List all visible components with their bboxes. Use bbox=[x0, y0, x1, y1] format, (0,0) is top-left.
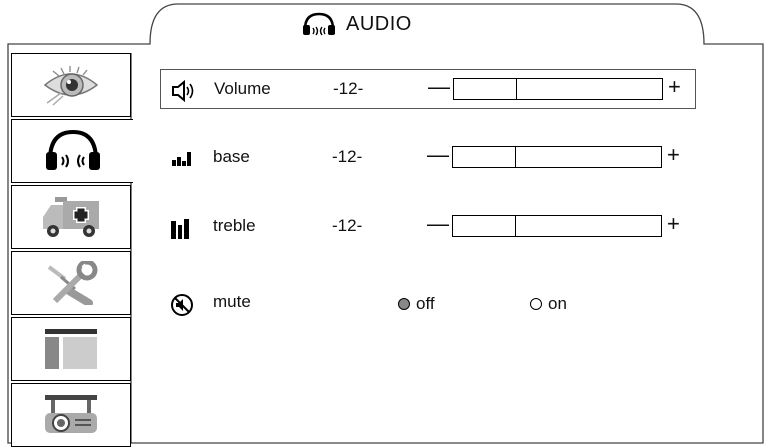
treble-bars-icon bbox=[170, 217, 192, 239]
mute-off-radio[interactable]: off bbox=[398, 294, 435, 314]
volume-slider[interactable] bbox=[453, 78, 663, 100]
volume-row[interactable]: Volume -12- — + bbox=[160, 69, 696, 109]
audio-tab-header: AUDIO bbox=[300, 10, 412, 38]
mute-on-radio[interactable]: on bbox=[530, 294, 567, 314]
bass-bars-icon bbox=[170, 148, 192, 170]
ambulance-icon bbox=[39, 195, 103, 239]
treble-label: treble bbox=[213, 216, 256, 235]
treble-increase-button[interactable]: + bbox=[667, 211, 680, 237]
base-increase-button[interactable]: + bbox=[667, 142, 680, 168]
base-value: -12- bbox=[332, 147, 363, 166]
page-title: AUDIO bbox=[346, 12, 412, 35]
sidebar-item-audio[interactable] bbox=[11, 119, 133, 183]
radio-dot-selected[interactable] bbox=[398, 298, 410, 310]
radio-dot[interactable] bbox=[530, 298, 542, 310]
base-slider-knob[interactable] bbox=[515, 147, 516, 167]
volume-value: -12- bbox=[333, 79, 364, 98]
eye-icon bbox=[39, 63, 103, 107]
speaker-icon bbox=[171, 79, 194, 103]
base-label: base bbox=[213, 147, 250, 166]
mute-row[interactable]: mute off on bbox=[160, 283, 696, 323]
mute-off-label: off bbox=[416, 294, 435, 313]
base-slider[interactable] bbox=[452, 146, 662, 168]
mute-icon bbox=[170, 293, 193, 316]
mute-label: mute bbox=[213, 292, 251, 311]
sidebar-item-display[interactable] bbox=[11, 53, 131, 117]
volume-slider-knob[interactable] bbox=[516, 79, 517, 99]
base-decrease-button[interactable]: — bbox=[427, 142, 449, 168]
treble-slider[interactable] bbox=[452, 215, 662, 237]
sidebar-item-layout[interactable] bbox=[11, 317, 131, 381]
treble-value: -12- bbox=[332, 216, 363, 235]
sidebar-item-projector[interactable] bbox=[11, 383, 131, 447]
wrench-icon bbox=[39, 261, 103, 305]
sidebar-item-tools[interactable] bbox=[11, 251, 131, 315]
mute-on-label: on bbox=[548, 294, 567, 313]
volume-increase-button[interactable]: + bbox=[668, 74, 681, 100]
headphones-icon bbox=[300, 11, 338, 37]
volume-label: Volume bbox=[214, 79, 271, 98]
window-layout-icon bbox=[41, 327, 101, 371]
headphones-icon bbox=[42, 128, 104, 174]
projector-icon bbox=[39, 393, 103, 437]
treble-decrease-button[interactable]: — bbox=[427, 211, 449, 237]
volume-decrease-button[interactable]: — bbox=[428, 74, 450, 100]
sidebar-item-emergency[interactable] bbox=[11, 185, 131, 249]
treble-slider-knob[interactable] bbox=[515, 216, 516, 236]
